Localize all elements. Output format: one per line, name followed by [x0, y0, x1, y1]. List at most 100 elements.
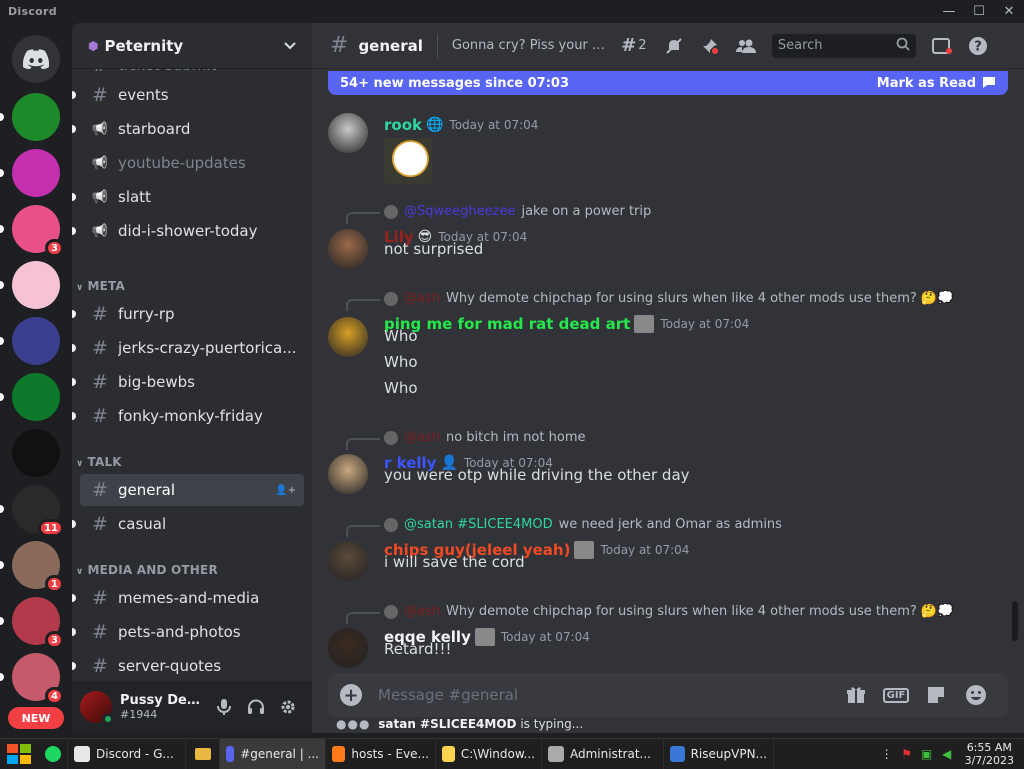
gift-icon[interactable]	[836, 686, 876, 704]
help-icon[interactable]: ?	[960, 34, 996, 58]
file-explorer-button[interactable]	[186, 738, 220, 769]
reply-preview[interactable]: @satan #SLICEE4MOD we need jerk and Omar …	[346, 517, 782, 537]
avatar[interactable]	[328, 541, 368, 581]
reply-preview[interactable]: @ash no bitch im not home	[346, 430, 585, 450]
server-icon[interactable]: Server A1	[12, 541, 64, 593]
mark-as-read-button[interactable]: Mark as Read	[877, 76, 996, 91]
reply-avatar	[384, 204, 398, 219]
avatar[interactable]	[328, 628, 368, 668]
taskbar-app[interactable]: C:\Window...	[436, 738, 542, 769]
search-input[interactable]: Search	[771, 33, 916, 58]
channel-item[interactable]: # pets-and-photos	[72, 616, 304, 648]
reply-text: jake on a power trip	[521, 204, 652, 219]
new-badge[interactable]: NEW	[8, 707, 64, 729]
reply-author[interactable]: @ash	[404, 604, 440, 619]
taskbar-app[interactable]: #general | ...	[220, 738, 326, 769]
home-button[interactable]	[12, 35, 60, 83]
user-names[interactable]: Pussy Des... #1944	[120, 693, 204, 721]
duck-image[interactable]	[384, 138, 432, 184]
taskbar-app[interactable]: Discord - G...	[68, 738, 186, 769]
inbox-icon[interactable]	[924, 34, 960, 58]
channel-item[interactable]: # jerks-crazy-puertorica...	[72, 332, 304, 364]
server-icon[interactable]: Skull11	[12, 485, 64, 537]
member-list-icon[interactable]	[728, 34, 764, 58]
unread-indicator	[72, 344, 76, 352]
channel-item[interactable]: 📢 slatt	[72, 181, 304, 213]
clock[interactable]: 6:55 AM 3/7/2023	[957, 741, 1024, 767]
channel-item[interactable]: # casual	[72, 508, 304, 540]
channel-item[interactable]: 📢 starboard	[72, 113, 304, 145]
channel-item[interactable]: # general 👤+	[80, 474, 304, 506]
taskbar-app[interactable]: hosts - Eve...	[326, 738, 436, 769]
mute-bell-icon[interactable]	[656, 34, 692, 58]
server-icon[interactable]: Dark Server	[12, 317, 60, 365]
headphones-icon[interactable]	[240, 691, 272, 723]
volume-icon[interactable]: ◀	[937, 747, 957, 761]
taskbar-spotify[interactable]	[38, 738, 68, 769]
channel-item[interactable]: # big-bewbs	[72, 366, 304, 398]
attach-plus-icon[interactable]: +	[340, 684, 362, 706]
avatar[interactable]	[328, 317, 368, 357]
channel-category[interactable]: ∨ META	[76, 279, 125, 293]
message-scrollbar[interactable]	[1012, 601, 1018, 641]
message-author[interactable]: ping me for mad rat dead art	[384, 315, 630, 333]
reply-author[interactable]: @Sqweegheezee	[404, 204, 515, 219]
reply-author[interactable]: @ash	[404, 430, 440, 445]
server-icon[interactable]: Troll	[12, 373, 60, 421]
channel-item[interactable]: # events	[72, 79, 304, 111]
channel-category[interactable]: ∨ TALK	[76, 455, 122, 469]
avatar[interactable]	[328, 229, 368, 269]
taskbar-app[interactable]: RiseupVPN...	[664, 738, 774, 769]
sticker-icon[interactable]	[916, 685, 956, 705]
add-member-icon[interactable]: 👤+	[275, 485, 296, 496]
server-icon[interactable]: Server C4	[12, 653, 64, 705]
avatar[interactable]	[328, 454, 368, 494]
channel-item[interactable]: # fonky-monky-friday	[72, 400, 304, 432]
reply-preview[interactable]: @ash Why demote chipchap for using slurs …	[346, 291, 953, 311]
avatar[interactable]	[328, 113, 368, 153]
new-messages-bar[interactable]: 54+ new messages since 07:03 Mark as Rea…	[328, 71, 1008, 95]
server-icon[interactable]: Kitten Paradise	[12, 149, 60, 197]
channel-label: casual	[118, 515, 167, 533]
overflow-icon[interactable]: ⋮	[877, 747, 897, 761]
channel-item[interactable]: # server-quotes	[72, 650, 304, 682]
message-author[interactable]: rook	[384, 116, 422, 134]
pin-icon[interactable]	[692, 34, 728, 58]
close-button[interactable]: ✕	[994, 0, 1024, 23]
channel-item[interactable]: # memes-and-media	[72, 582, 304, 614]
threads-icon[interactable]: #2	[612, 34, 656, 58]
server-icon[interactable]: Bitcoin	[12, 429, 60, 477]
chevron-down-icon[interactable]	[284, 38, 296, 54]
reply-author[interactable]: @satan #SLICEE4MOD	[404, 517, 553, 532]
avatar[interactable]	[80, 691, 114, 725]
server-icon[interactable]: Heart3	[12, 205, 64, 257]
taskbar-app[interactable]: Administrat...	[542, 738, 664, 769]
flag-icon[interactable]: ⚑	[897, 747, 917, 761]
message-input[interactable]: Message #general	[378, 686, 836, 704]
mention-badge: 4	[45, 687, 64, 705]
server-icon[interactable]: Cutie Club	[12, 261, 60, 309]
maximize-button[interactable]: ☐	[964, 0, 994, 23]
network-icon[interactable]: ▣	[917, 747, 937, 761]
channel-item[interactable]: # furry-rp	[72, 298, 304, 330]
reply-author[interactable]: @ash	[404, 291, 440, 306]
channel-item[interactable]: 📢 youtube-updates	[80, 147, 304, 179]
minimize-button[interactable]: —	[934, 0, 964, 23]
server-icon[interactable]: Server B3	[12, 597, 64, 649]
message-timestamp: Today at 07:04	[600, 543, 690, 557]
emoji-icon[interactable]	[956, 684, 996, 706]
guild-header[interactable]: ⬢ Peternity	[72, 23, 312, 69]
microphone-icon[interactable]	[208, 691, 240, 723]
channel-item[interactable]: 📢 did-i-shower-today	[72, 215, 304, 247]
reply-preview[interactable]: @ash Why demote chipchap for using slurs …	[346, 604, 953, 624]
settings-gear-icon[interactable]	[272, 691, 304, 723]
start-button[interactable]	[0, 739, 38, 769]
reply-preview[interactable]: @Sqweegheezee jake on a power trip	[346, 204, 652, 224]
server-icon[interactable]: Mountain Dew	[12, 93, 60, 141]
channel-label: memes-and-media	[118, 589, 260, 607]
channel-topic[interactable]: Gonna cry? Piss your pa...	[452, 38, 612, 53]
hash-icon: #	[92, 371, 108, 393]
channel-category[interactable]: ∨ MEDIA AND OTHER	[76, 563, 218, 577]
gif-button[interactable]: GIF	[876, 687, 916, 703]
taskbar-app-label: C:\Window...	[460, 746, 535, 761]
